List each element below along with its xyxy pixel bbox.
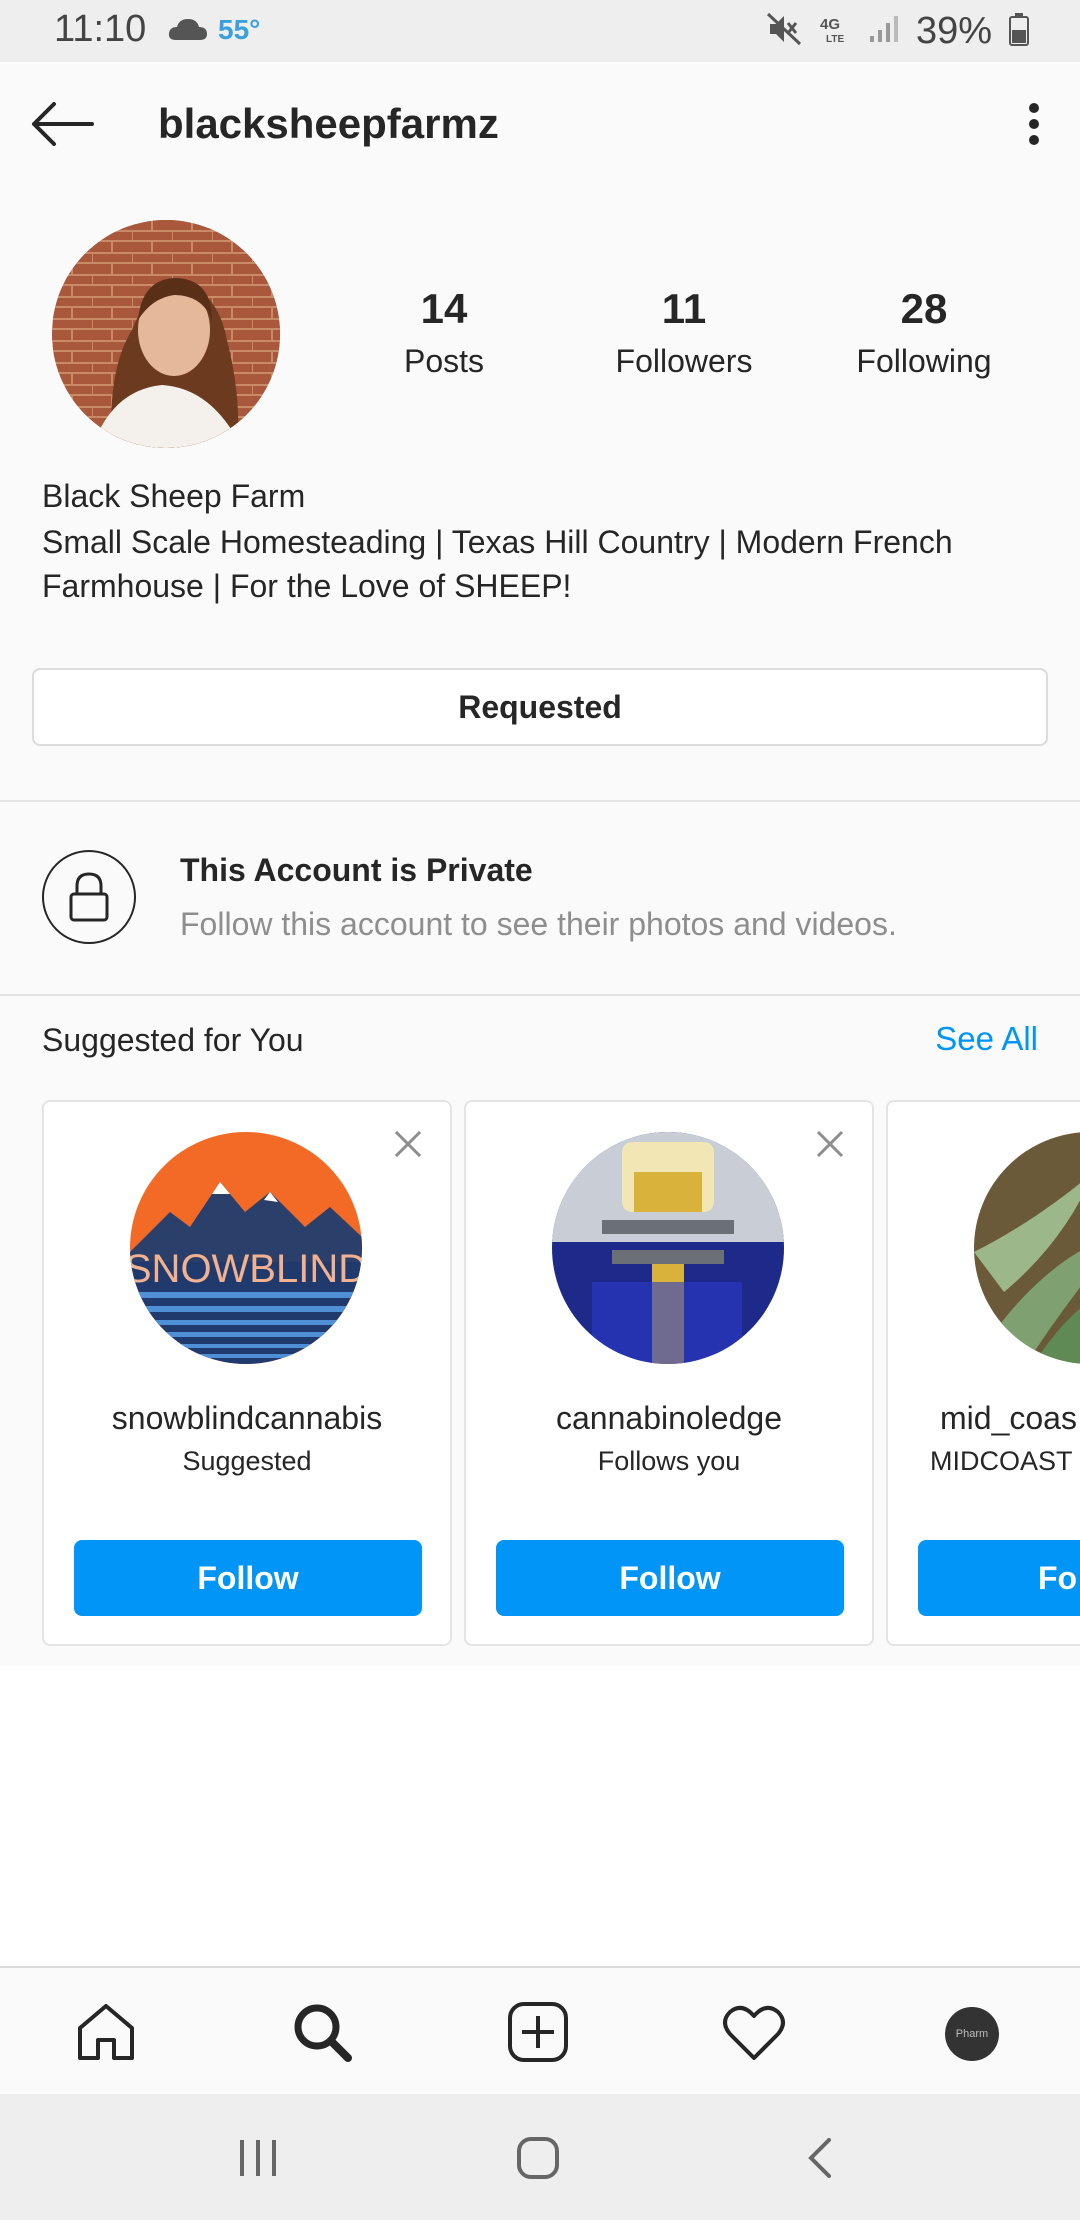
posts-count: 14 <box>420 285 468 332</box>
status-bar: 11:10 55° 4G LTE 39% <box>0 0 1080 62</box>
see-all-link[interactable]: See All <box>935 1020 1038 1058</box>
following-label: Following <box>856 343 992 379</box>
nav-new-post[interactable] <box>502 1998 574 2070</box>
suggestion-avatar[interactable] <box>552 1132 784 1364</box>
battery-icon <box>1008 12 1030 51</box>
back-icon <box>805 2136 835 2185</box>
system-back-button[interactable] <box>790 2130 850 2190</box>
dismiss-button[interactable] <box>388 1124 428 1164</box>
divider <box>0 994 1080 996</box>
posts-label: Posts <box>403 343 485 379</box>
4g-lte-icon: 4G LTE <box>818 13 852 50</box>
private-account-notice: This Account is Private Follow this acco… <box>0 802 1080 994</box>
suggestion-reason: Follows you <box>597 1446 741 1476</box>
status-right-group: 4G LTE 39% <box>766 10 1030 53</box>
nav-search[interactable] <box>286 1998 358 2070</box>
back-button[interactable] <box>24 90 100 162</box>
profile-bio: Small Scale Homesteading | Texas Hill Co… <box>42 524 953 604</box>
weather-cloud-icon <box>168 16 208 47</box>
suggestion-reason: Suggested <box>182 1446 312 1476</box>
status-time: 11:10 <box>54 8 147 50</box>
stat-following[interactable]: 28 Following <box>824 285 1024 380</box>
status-temperature: 55° <box>218 14 261 45</box>
empty-content-area <box>0 1666 1080 1966</box>
followers-count: 11 <box>661 285 707 332</box>
svg-text:LTE: LTE <box>826 34 844 45</box>
following-count: 28 <box>900 285 948 332</box>
more-vertical-icon <box>1028 102 1040 151</box>
follow-button[interactable]: Follow <box>74 1540 422 1616</box>
bottom-navigation: Pharm <box>0 1966 1080 2094</box>
home-button-icon <box>516 2136 560 2185</box>
followers-label: Followers <box>615 343 753 379</box>
stat-posts[interactable]: 14 Posts <box>344 285 544 380</box>
private-subtitle: Follow this account to see their photos … <box>180 906 897 942</box>
nav-activity[interactable] <box>718 1998 790 2070</box>
recents-icon <box>236 2138 280 2183</box>
dismiss-button[interactable] <box>810 1124 850 1164</box>
new-post-icon <box>506 2000 570 2069</box>
lock-icon <box>42 850 136 944</box>
suggestion-avatar[interactable]: SNOWBLIND <box>130 1132 362 1364</box>
signal-icon <box>868 14 900 49</box>
follow-button[interactable]: Follow <box>496 1540 844 1616</box>
mute-icon <box>766 12 802 51</box>
search-icon <box>290 2000 354 2069</box>
battery-percent: 39% <box>915 10 992 52</box>
options-menu-button[interactable] <box>1012 98 1056 154</box>
follow-button[interactable]: Fo <box>918 1540 1080 1616</box>
home-button[interactable] <box>508 2130 568 2190</box>
suggested-title: Suggested for You <box>42 1022 304 1058</box>
profile-avatar-icon: Pharm <box>945 2007 999 2061</box>
suggestion-username: snowblindcannabis <box>111 1400 383 1436</box>
nav-profile[interactable]: Pharm <box>936 1998 1008 2070</box>
stat-followers[interactable]: 11 Followers <box>584 285 784 380</box>
suggestion-avatar[interactable] <box>974 1132 1080 1364</box>
close-icon <box>810 1130 850 1168</box>
suggestion-card[interactable]: SNOWBLIND snowblindcannabis Suggested Fo… <box>42 1100 452 1646</box>
profile-avatar[interactable] <box>52 220 280 448</box>
suggestion-reason: MIDCOAST ( <box>930 1446 1080 1476</box>
back-arrow-icon <box>30 101 94 151</box>
system-navigation-bar <box>0 2094 1080 2220</box>
activity-heart-icon <box>722 2002 786 2067</box>
suggestion-card[interactable]: cannabinoledge Follows you Follow <box>464 1100 874 1646</box>
suggestion-username: cannabinoledge <box>556 1400 782 1436</box>
profile-header: blacksheepfarmz <box>0 62 1080 190</box>
requested-button[interactable]: Requested <box>32 668 1048 746</box>
home-icon <box>74 2000 138 2069</box>
nav-home[interactable] <box>70 1998 142 2070</box>
recents-button[interactable] <box>228 2130 288 2190</box>
private-title: This Account is Private <box>180 852 533 888</box>
profile-display-name: Black Sheep Farm <box>42 478 306 514</box>
suggestion-card[interactable]: mid_coas MIDCOAST ( Fo <box>886 1100 1080 1646</box>
close-icon <box>388 1130 428 1168</box>
suggestion-username: mid_coas <box>940 1400 1077 1436</box>
snowblind-logo-text: SNOWBLIND <box>130 1247 362 1291</box>
profile-username: blacksheepfarmz <box>158 100 499 147</box>
svg-text:4G: 4G <box>820 16 840 33</box>
